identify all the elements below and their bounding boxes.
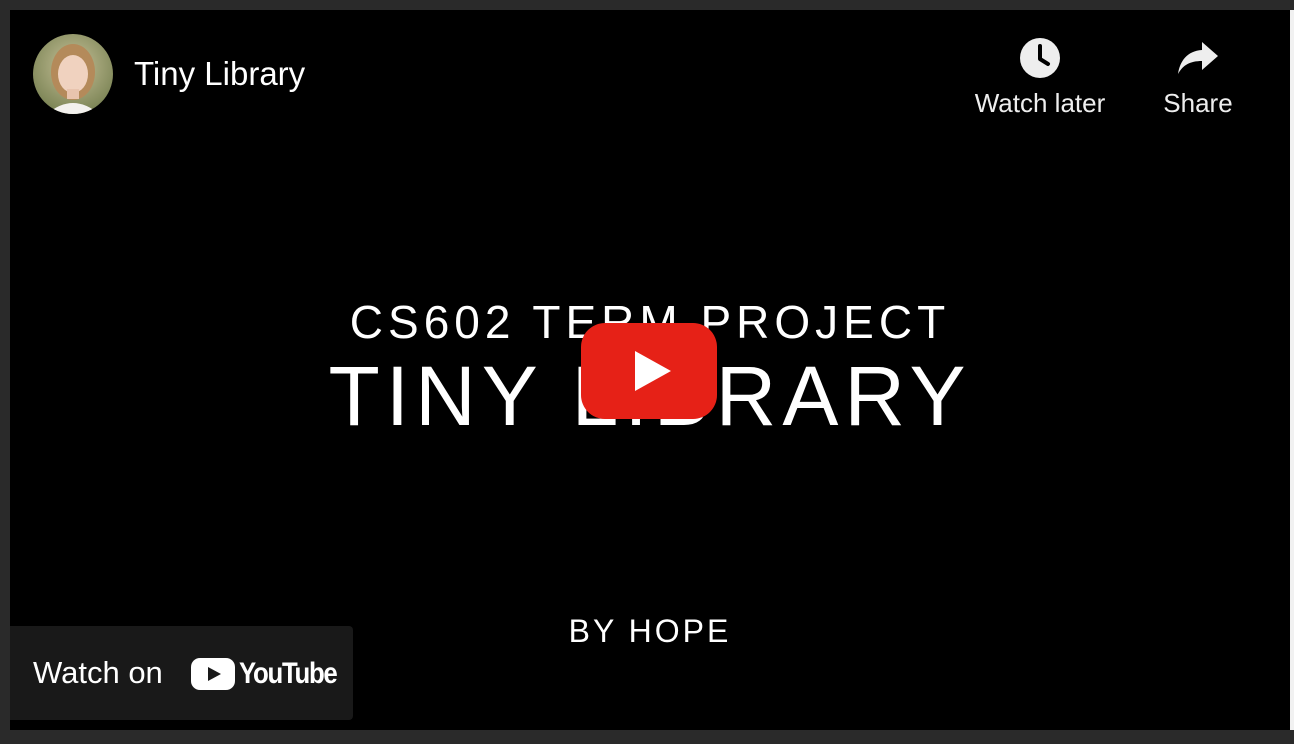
- share-button[interactable]: Share: [1150, 36, 1246, 118]
- channel-avatar[interactable]: [33, 34, 113, 114]
- youtube-logo: YouTube: [191, 657, 352, 690]
- page-edge: [1290, 10, 1294, 730]
- play-icon: [581, 323, 717, 419]
- youtube-logo-icon: [191, 658, 235, 690]
- video-player[interactable]: Tiny Library Watch later Share CS602 TER…: [10, 10, 1290, 730]
- share-arrow-icon: [1178, 42, 1218, 74]
- share-label: Share: [1163, 88, 1233, 118]
- watch-on-label: Watch on: [33, 655, 163, 690]
- watch-on-youtube-button[interactable]: Watch on YouTube: [10, 626, 353, 720]
- clock-icon: [1020, 38, 1060, 78]
- channel-title[interactable]: Tiny Library: [134, 54, 305, 94]
- play-button[interactable]: [581, 323, 717, 419]
- watch-later-button[interactable]: Watch later: [965, 36, 1115, 118]
- watch-later-label: Watch later: [974, 88, 1106, 118]
- youtube-wordmark: YouTube: [239, 657, 338, 690]
